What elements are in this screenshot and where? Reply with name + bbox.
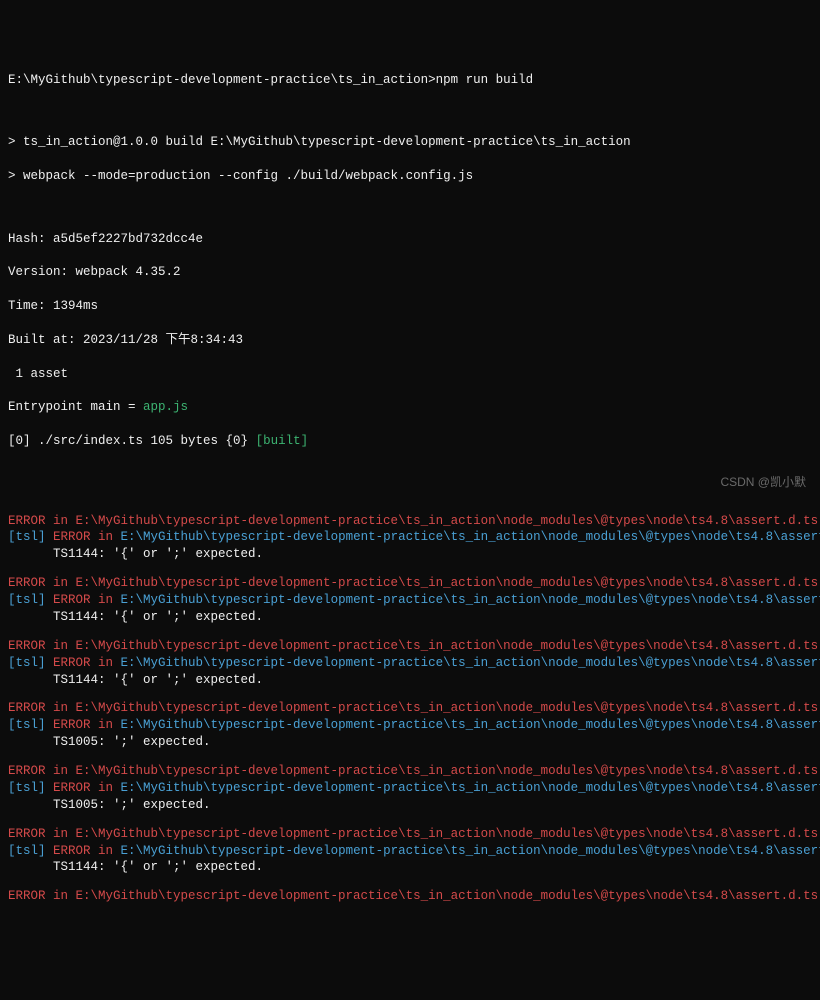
error-location: E:\MyGithub\typescript-development-pract… xyxy=(121,781,820,795)
error-message: TS1144: '{' or ';' expected. xyxy=(8,859,812,876)
blank xyxy=(8,563,812,575)
error-label: ERROR in xyxy=(53,781,121,795)
error-message: TS1144: '{' or ';' expected. xyxy=(8,609,812,626)
build-built-at: Built at: 2023/11/28 下午8:34:43 xyxy=(8,332,812,349)
blank xyxy=(8,202,812,214)
error-location: E:\MyGithub\typescript-development-pract… xyxy=(121,530,820,544)
tsl-tag: [tsl] xyxy=(8,656,53,670)
tsl-tag: [tsl] xyxy=(8,844,53,858)
tsl-tag: [tsl] xyxy=(8,593,53,607)
error-location: E:\MyGithub\typescript-development-pract… xyxy=(121,593,820,607)
blank xyxy=(8,751,812,763)
blank xyxy=(8,105,812,117)
error-label: ERROR in xyxy=(53,530,121,544)
error-header: ERROR in E:\MyGithub\typescript-developm… xyxy=(8,700,812,717)
tsl-tag: [tsl] xyxy=(8,530,53,544)
script-header-2: > webpack --mode=production --config ./b… xyxy=(8,168,812,185)
error-detail: [tsl] ERROR in E:\MyGithub\typescript-de… xyxy=(8,529,812,546)
error-label: ERROR in xyxy=(53,656,121,670)
entry-file: app.js xyxy=(143,400,188,414)
tsl-tag: [tsl] xyxy=(8,718,53,732)
error-detail: [tsl] ERROR in E:\MyGithub\typescript-de… xyxy=(8,843,812,860)
entry-prefix: Entrypoint main = xyxy=(8,400,143,414)
error-message: TS1005: ';' expected. xyxy=(8,734,812,751)
error-label: ERROR in xyxy=(53,593,121,607)
chunk-ids: {0} xyxy=(226,434,249,448)
error-location: E:\MyGithub\typescript-development-pract… xyxy=(121,844,820,858)
blank xyxy=(8,626,812,638)
error-detail: [tsl] ERROR in E:\MyGithub\typescript-de… xyxy=(8,780,812,797)
entrypoint-line: Entrypoint main = app.js xyxy=(8,399,812,416)
build-time: Time: 1394ms xyxy=(8,298,812,315)
blank xyxy=(8,876,812,888)
error-header: ERROR in E:\MyGithub\typescript-developm… xyxy=(8,763,812,780)
error-detail: [tsl] ERROR in E:\MyGithub\typescript-de… xyxy=(8,655,812,672)
error-detail: [tsl] ERROR in E:\MyGithub\typescript-de… xyxy=(8,717,812,734)
build-assets: 1 asset xyxy=(8,366,812,383)
tsl-tag: [tsl] xyxy=(8,781,53,795)
build-hash: Hash: a5d5ef2227bd732dcc4e xyxy=(8,231,812,248)
prompt-line: E:\MyGithub\typescript-development-pract… xyxy=(8,72,812,89)
error-label: ERROR in xyxy=(53,718,121,732)
error-header: ERROR in E:\MyGithub\typescript-developm… xyxy=(8,638,812,655)
error-location: E:\MyGithub\typescript-development-pract… xyxy=(121,718,820,732)
chunk-built: [built] xyxy=(256,434,309,448)
error-location: E:\MyGithub\typescript-development-pract… xyxy=(121,656,820,670)
error-header: ERROR in E:\MyGithub\typescript-developm… xyxy=(8,575,812,592)
watermark: CSDN @凯小默 xyxy=(720,474,806,490)
error-header: ERROR in E:\MyGithub\typescript-developm… xyxy=(8,513,812,530)
error-list: ERROR in E:\MyGithub\typescript-developm… xyxy=(8,513,812,906)
error-label: ERROR in xyxy=(53,844,121,858)
error-message: TS1144: '{' or ';' expected. xyxy=(8,672,812,689)
blank xyxy=(8,688,812,700)
error-header: ERROR in E:\MyGithub\typescript-developm… xyxy=(8,888,812,905)
error-message: TS1144: '{' or ';' expected. xyxy=(8,546,812,563)
script-header-1: > ts_in_action@1.0.0 build E:\MyGithub\t… xyxy=(8,134,812,151)
error-detail: [tsl] ERROR in E:\MyGithub\typescript-de… xyxy=(8,592,812,609)
chunk-line: [0] ./src/index.ts 105 bytes {0} [built] xyxy=(8,433,812,450)
chunk-prefix: [0] ./src/index.ts 105 bytes xyxy=(8,434,226,448)
error-header: ERROR in E:\MyGithub\typescript-developm… xyxy=(8,826,812,843)
error-message: TS1005: ';' expected. xyxy=(8,797,812,814)
blank xyxy=(8,814,812,826)
build-version: Version: webpack 4.35.2 xyxy=(8,264,812,281)
blank xyxy=(8,467,812,479)
